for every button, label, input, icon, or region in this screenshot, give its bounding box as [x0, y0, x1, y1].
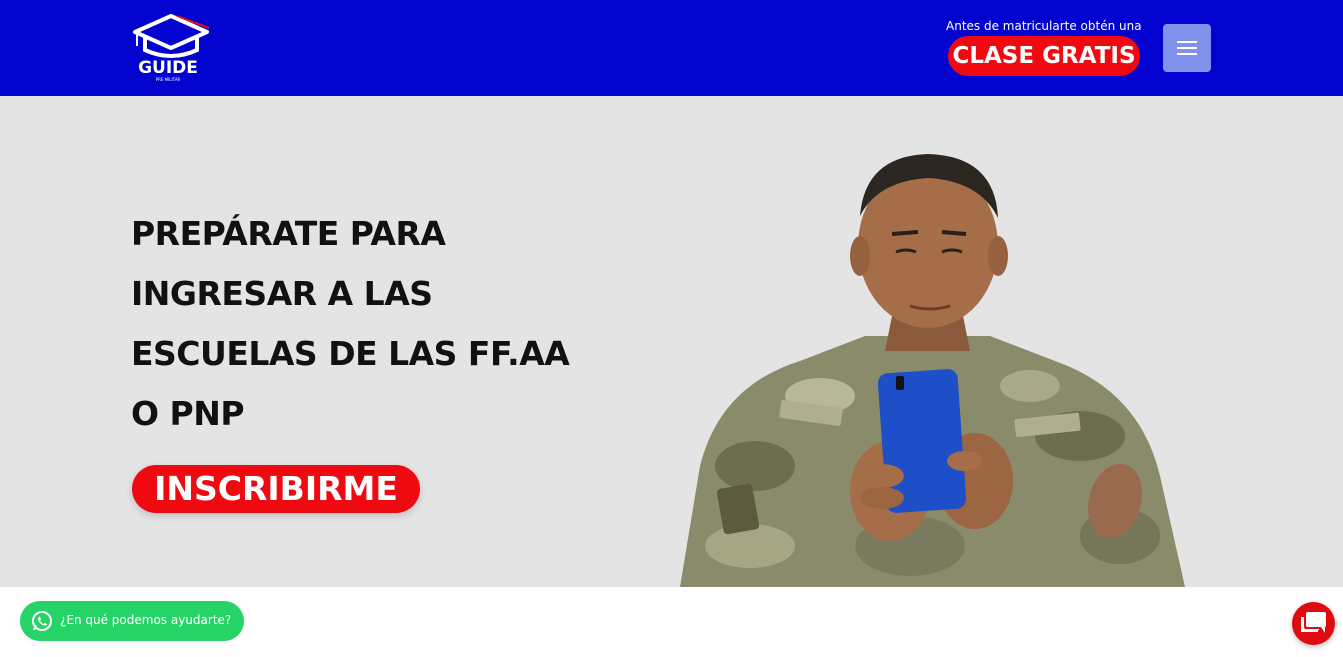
hero-title: PREPÁRATE PARA INGRESAR A LAS ESCUELAS D… — [131, 214, 570, 433]
logo-subtitle: PRE MILITAR — [155, 77, 181, 82]
hero-section: PREPÁRATE PARA INGRESAR A LAS ESCUELAS D… — [0, 96, 1343, 587]
site-header: GUIDE PRE MILITAR Antes de matricularte … — [0, 0, 1343, 96]
menu-button[interactable] — [1163, 24, 1211, 72]
logo-wordmark: GUIDE — [138, 58, 198, 78]
whatsapp-icon — [32, 611, 52, 631]
enroll-button[interactable]: INSCRIBIRME — [132, 465, 420, 513]
guide-logo[interactable]: GUIDE PRE MILITAR — [131, 10, 213, 86]
whatsapp-chat-button[interactable]: ¿En qué podemos ayudarte? — [20, 601, 244, 641]
whatsapp-label: ¿En qué podemos ayudarte? — [60, 613, 232, 627]
graduation-cap-logo-icon — [133, 14, 210, 58]
live-chat-button[interactable] — [1292, 602, 1335, 645]
promo-caption: Antes de matricularte obtén una — [946, 19, 1142, 33]
chat-icon — [1301, 612, 1326, 633]
hamburger-icon — [1177, 41, 1197, 55]
soldier-photo — [680, 154, 1185, 587]
free-class-button[interactable]: CLASE GRATIS — [948, 36, 1140, 76]
